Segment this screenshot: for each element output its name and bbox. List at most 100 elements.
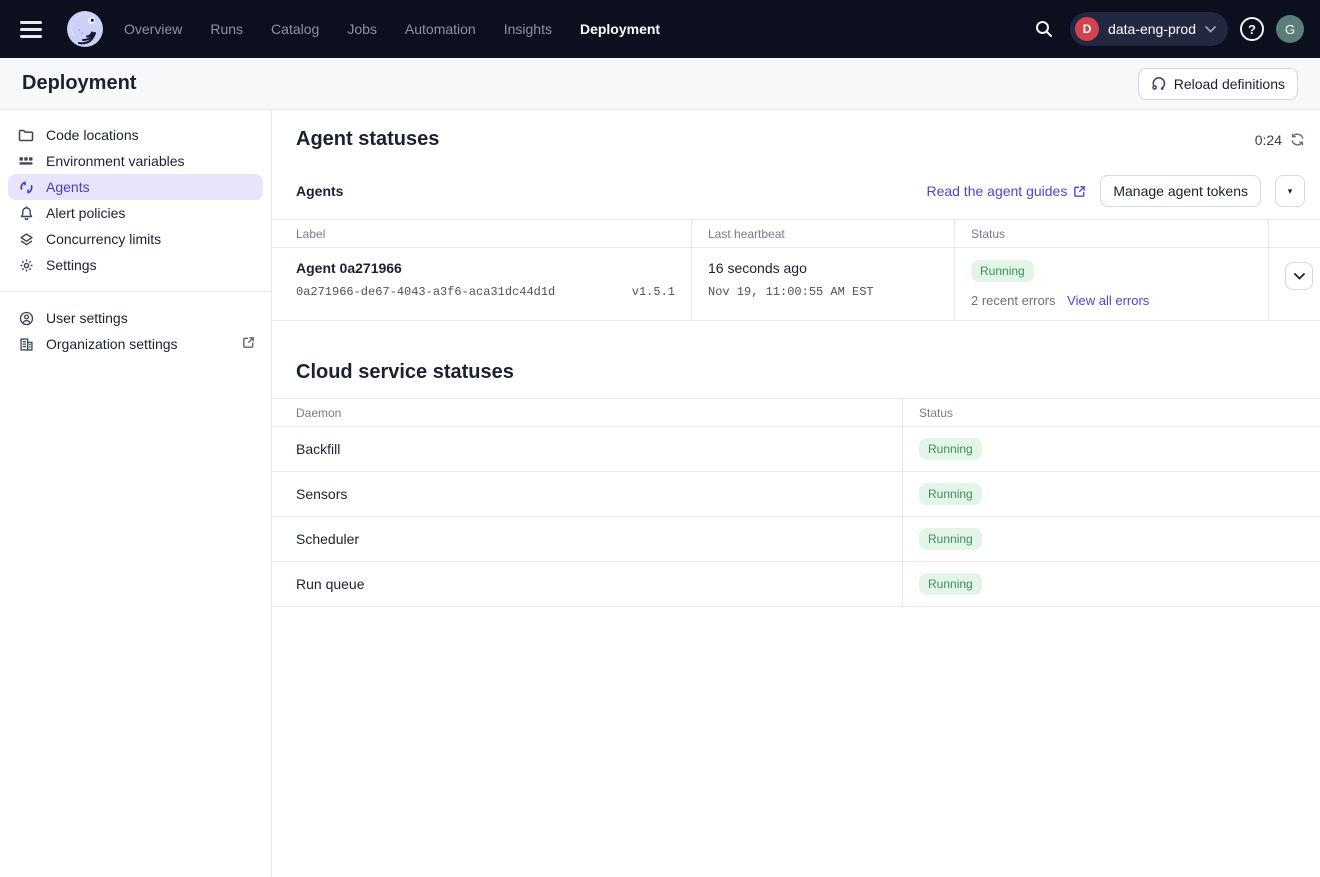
variables-icon — [18, 153, 34, 169]
status-badge: Running — [919, 483, 982, 505]
nav-item-jobs[interactable]: Jobs — [347, 21, 377, 37]
heartbeat-timestamp: Nov 19, 11:00:55 AM EST — [708, 285, 938, 299]
deployment-sidebar: Code locations Environment variables — [0, 110, 272, 877]
agents-more-actions-button[interactable]: ▾ — [1275, 175, 1305, 207]
agent-id: 0a271966-de67-4043-a3f6-aca31dc44d1d — [296, 285, 555, 299]
manage-agent-tokens-button[interactable]: Manage agent tokens — [1100, 175, 1261, 207]
sidebar-item-code-locations[interactable]: Code locations — [8, 122, 263, 148]
deployment-initial-badge: D — [1075, 17, 1099, 41]
recent-errors-text: 2 recent errors — [971, 293, 1056, 308]
bell-icon — [18, 205, 34, 221]
gear-icon — [18, 257, 34, 273]
daemon-status-cell: Running — [903, 427, 1320, 472]
sidebar-item-organization-settings[interactable]: Organization settings — [8, 331, 263, 357]
refresh-countdown: 0:24 — [1255, 132, 1305, 148]
column-header-status: Status — [955, 220, 1269, 248]
sidebar-item-label: Settings — [46, 257, 97, 273]
agent-version: v1.5.1 — [632, 285, 675, 299]
nav-item-deployment[interactable]: Deployment — [580, 21, 660, 37]
dagster-logo-icon[interactable] — [66, 10, 104, 48]
caret-down-icon: ▾ — [1288, 186, 1293, 196]
sidebar-item-environment-variables[interactable]: Environment variables — [8, 148, 263, 174]
reload-definitions-label: Reload definitions — [1174, 76, 1285, 92]
agents-subheader: Agents Read the agent guides Manage agen… — [272, 151, 1320, 219]
agent-statuses-title: Agent statuses — [296, 128, 439, 151]
page-title: Deployment — [22, 72, 136, 95]
agent-label-cell: Agent 0a271966 0a271966-de67-4043-a3f6-a… — [272, 248, 692, 321]
daemon-status-cell: Running — [903, 472, 1320, 517]
agent-sync-icon — [18, 179, 34, 195]
sidebar-item-alert-policies[interactable]: Alert policies — [8, 200, 263, 226]
deployment-switcher[interactable]: D data-eng-prod — [1070, 12, 1228, 46]
sidebar-item-concurrency-limits[interactable]: Concurrency limits — [8, 226, 263, 252]
sidebar-item-label: Concurrency limits — [46, 231, 161, 247]
cloud-services-table: Daemon Status Backfill Running Sensors R… — [272, 398, 1320, 607]
search-icon — [1034, 19, 1054, 39]
help-button[interactable]: ? — [1236, 13, 1268, 45]
sidebar-item-user-settings[interactable]: User settings — [8, 305, 263, 331]
user-icon — [18, 310, 34, 326]
page-header: Deployment Reload definitions — [0, 58, 1320, 110]
agent-statuses-header: Agent statuses 0:24 — [272, 110, 1320, 151]
external-link-icon — [1073, 185, 1086, 198]
nav-item-overview[interactable]: Overview — [124, 21, 182, 37]
sidebar-item-label: Environment variables — [46, 153, 185, 169]
sidebar-item-label: User settings — [46, 310, 128, 326]
sidebar-item-label: Alert policies — [46, 205, 125, 221]
search-button[interactable] — [1026, 11, 1062, 47]
nav-item-runs[interactable]: Runs — [210, 21, 243, 37]
status-badge: Running — [919, 438, 982, 460]
status-badge: Running — [971, 260, 1034, 282]
main-content: Agent statuses 0:24 Agents Read the agen… — [272, 110, 1320, 877]
primary-nav: Overview Runs Catalog Jobs Automation In… — [124, 21, 688, 37]
sidebar-divider — [0, 291, 271, 292]
hamburger-menu-icon[interactable] — [16, 9, 56, 49]
layers-icon — [18, 231, 34, 247]
folder-icon — [18, 127, 34, 143]
daemon-status-cell: Running — [903, 517, 1320, 562]
sidebar-item-label: Agents — [46, 179, 90, 195]
sidebar-item-agents[interactable]: Agents — [8, 174, 263, 200]
status-badge: Running — [919, 528, 982, 550]
agent-status-cell: Running 2 recent errors View all errors — [955, 248, 1269, 321]
manage-agent-tokens-label: Manage agent tokens — [1113, 183, 1248, 199]
deployment-name: data-eng-prod — [1108, 21, 1196, 37]
chevron-down-icon — [1205, 26, 1216, 33]
reload-definitions-button[interactable]: Reload definitions — [1138, 68, 1298, 100]
daemon-name: Backfill — [272, 427, 903, 472]
column-header-last-heartbeat: Last heartbeat — [692, 220, 955, 248]
agent-name: Agent 0a271966 — [296, 260, 675, 276]
agent-guides-label: Read the agent guides — [926, 183, 1067, 199]
nav-item-catalog[interactable]: Catalog — [271, 21, 319, 37]
countdown-value: 0:24 — [1255, 132, 1282, 148]
column-header-actions — [1269, 220, 1320, 248]
agent-guides-link[interactable]: Read the agent guides — [926, 183, 1086, 199]
column-header-status: Status — [903, 399, 1320, 427]
agent-expand-button[interactable] — [1285, 262, 1313, 290]
status-badge: Running — [919, 573, 982, 595]
cloud-service-statuses-title: Cloud service statuses — [272, 321, 1320, 384]
sidebar-item-settings[interactable]: Settings — [8, 252, 263, 278]
daemon-name: Sensors — [272, 472, 903, 517]
top-nav: Overview Runs Catalog Jobs Automation In… — [0, 0, 1320, 58]
external-link-icon — [242, 336, 255, 352]
sidebar-item-label: Organization settings — [46, 336, 230, 352]
refresh-icon[interactable] — [1290, 132, 1305, 147]
view-all-errors-link[interactable]: View all errors — [1067, 293, 1149, 308]
daemon-name: Scheduler — [272, 517, 903, 562]
heartbeat-relative: 16 seconds ago — [708, 260, 938, 276]
daemon-status-cell: Running — [903, 562, 1320, 607]
agent-heartbeat-cell: 16 seconds ago Nov 19, 11:00:55 AM EST — [692, 248, 955, 321]
agent-actions-cell — [1269, 248, 1320, 321]
avatar[interactable]: G — [1276, 15, 1304, 43]
nav-item-automation[interactable]: Automation — [405, 21, 476, 37]
column-header-daemon: Daemon — [272, 399, 903, 427]
content-layout: Code locations Environment variables — [0, 110, 1320, 877]
sidebar-item-label: Code locations — [46, 127, 139, 143]
nav-item-insights[interactable]: Insights — [504, 21, 552, 37]
daemon-name: Run queue — [272, 562, 903, 607]
chevron-down-icon — [1294, 273, 1305, 280]
column-header-label: Label — [272, 220, 692, 248]
building-icon — [18, 336, 34, 352]
agents-section-label: Agents — [296, 183, 343, 199]
